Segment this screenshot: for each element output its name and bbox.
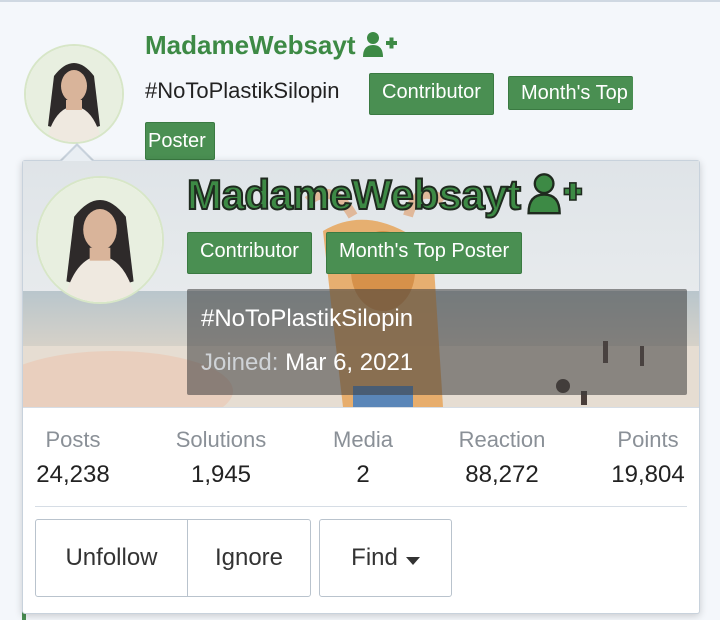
stat-label: Points	[617, 427, 679, 452]
card-username[interactable]: MadameWebsayt	[186, 170, 583, 225]
stat-value: 88,272	[465, 461, 539, 488]
tooltip-arrow-inner	[62, 146, 92, 161]
stat-points[interactable]: Points 19,804	[603, 427, 693, 489]
ignore-button[interactable]: Ignore	[187, 519, 311, 597]
stat-media[interactable]: Media 2	[323, 427, 403, 489]
stat-label: Solutions	[175, 427, 267, 452]
post-badge-month-top: Month's Top	[508, 76, 633, 110]
unfollow-button[interactable]: Unfollow	[35, 519, 188, 597]
joined-value: Mar 6, 2021	[285, 349, 414, 376]
user-plus-icon[interactable]	[526, 171, 583, 225]
find-button[interactable]: Find	[319, 519, 452, 597]
stat-value: 19,804	[611, 461, 685, 488]
post-signature: #NoToPlastikSilopin	[145, 78, 340, 103]
caret-down-icon	[405, 544, 420, 572]
stat-label: Posts	[45, 427, 101, 452]
stat-value: 24,238	[36, 461, 110, 488]
card-badge-contributor: Contributor	[187, 232, 312, 274]
stats-divider	[35, 506, 687, 507]
post-badge-poster: Poster	[145, 122, 215, 160]
member-info-box: #NoToPlastikSilopin Joined: Mar 6, 2021	[187, 289, 687, 395]
card-avatar[interactable]	[36, 176, 164, 304]
card-signature: #NoToPlastikSilopin	[201, 305, 414, 332]
stat-value: 1,945	[190, 461, 252, 488]
joined-label: Joined:	[201, 349, 279, 376]
stat-label: Reaction	[458, 427, 546, 452]
post-avatar[interactable]	[24, 44, 124, 144]
stat-label: Media	[333, 427, 393, 452]
ignore-label: Ignore	[214, 544, 284, 571]
top-border	[0, 0, 720, 2]
unfollow-label: Unfollow	[65, 544, 158, 571]
post-author-name[interactable]: MadameWebsayt	[145, 30, 356, 60]
stat-posts[interactable]: Posts 24,238	[33, 427, 113, 489]
stat-value: 2	[356, 461, 370, 488]
stat-reaction[interactable]: Reaction 88,272	[447, 427, 557, 489]
user-plus-icon[interactable]	[362, 30, 398, 65]
find-label: Find	[351, 544, 398, 571]
card-username-text[interactable]: MadameWebsayt	[186, 170, 522, 219]
card-badge-month-top-poster: Month's Top Poster	[326, 232, 523, 274]
post-badge-contributor: Contributor	[369, 73, 494, 115]
joined-date: Joined: Mar 6, 2021	[201, 349, 413, 377]
post-author[interactable]: MadameWebsayt	[145, 30, 398, 65]
stat-solutions[interactable]: Solutions 1,945	[167, 427, 275, 489]
member-tooltip: MadameWebsayt Contributor Month's Top Po…	[22, 160, 700, 614]
